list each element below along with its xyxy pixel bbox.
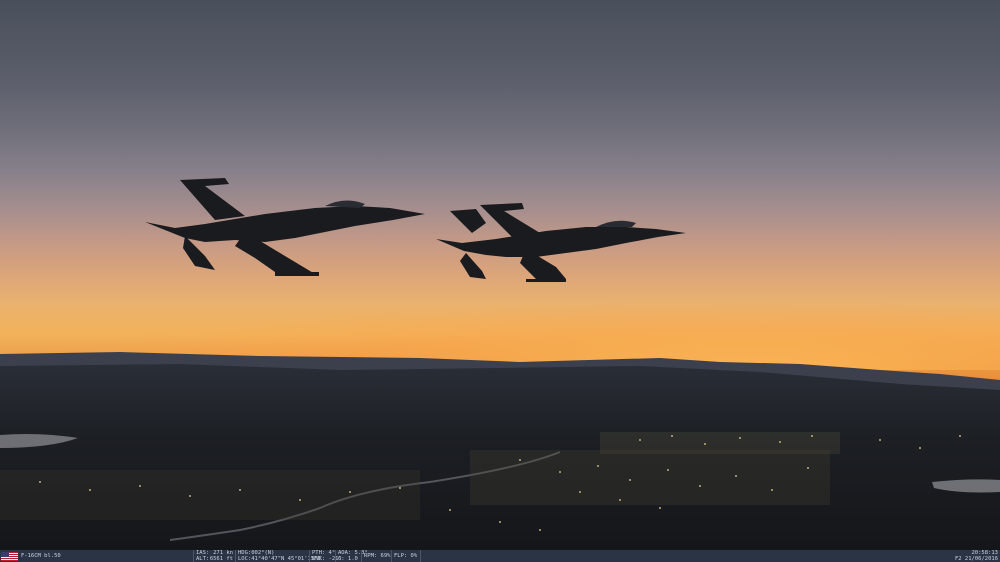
airspeed-altitude-readout: IAS: 271 kn ALT: 6561 ft bbox=[193, 550, 235, 562]
rpm-readout: RPM: 69% bbox=[361, 550, 391, 562]
flight-status-bar: F-16CM bl.50 IAS: 271 kn ALT: 6561 ft HD… bbox=[0, 550, 1000, 562]
flaps-readout: FLP: 0% bbox=[391, 550, 421, 562]
f16-jet-right bbox=[436, 203, 686, 282]
alt-label: ALT: bbox=[196, 556, 210, 562]
bank-value: BNK: -21° bbox=[312, 556, 342, 562]
rpm-value: RPM: 69% bbox=[364, 553, 391, 559]
aircraft-name: F-16CM bl.50 bbox=[21, 553, 61, 559]
date-value: F2 21/06/2016 bbox=[954, 556, 998, 562]
f16-jet-left bbox=[145, 178, 425, 276]
heading-location-readout: HDG:002°(N) LOC:41°40'47"N 45°01'15"E bbox=[235, 550, 321, 562]
g-value: G: 1.0 bbox=[338, 556, 358, 562]
attitude-readout: PTH: 4° BNK: -21° bbox=[309, 550, 342, 562]
game-viewport bbox=[0, 0, 1000, 550]
location-value: LOC:41°40'47"N 45°01'15"E bbox=[238, 556, 321, 562]
terrain bbox=[0, 352, 1000, 550]
alt-value: 6561 ft bbox=[209, 556, 233, 562]
aoa-g-readout: AOA: 5.3° G: 1.0 bbox=[335, 550, 368, 562]
us-flag-icon bbox=[1, 552, 18, 561]
flaps-value: FLP: 0% bbox=[394, 553, 418, 559]
clock-readout: 20:58:13 F2 21/06/2016 bbox=[955, 550, 998, 562]
